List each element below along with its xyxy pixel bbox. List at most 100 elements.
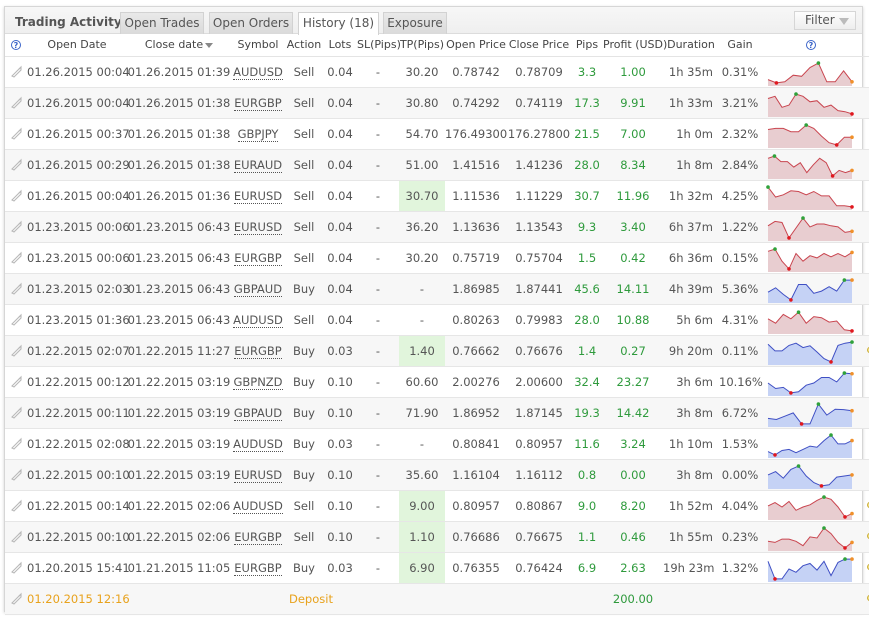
tag-cell[interactable] bbox=[5, 304, 27, 336]
tag-icon[interactable] bbox=[9, 65, 23, 79]
tag-cell[interactable] bbox=[5, 149, 27, 181]
symbol-link[interactable]: EURGBP bbox=[234, 529, 282, 545]
tag-cell[interactable] bbox=[5, 273, 27, 305]
col-profit[interactable]: Profit (USD) bbox=[603, 34, 667, 57]
table-row[interactable]: 01.26.2015 00:04 01.26.2015 01:38 EURGBP… bbox=[5, 87, 869, 119]
table-row[interactable]: 01.23.2015 00:06 01.23.2015 06:43 EURUSD… bbox=[5, 211, 869, 243]
col-gain[interactable]: Gain bbox=[719, 34, 761, 57]
tag-cell[interactable] bbox=[5, 180, 27, 212]
symbol-link[interactable]: EURUSD bbox=[233, 467, 283, 483]
comment-cell bbox=[861, 366, 869, 398]
tag-icon[interactable] bbox=[9, 158, 23, 172]
close-date: 01.26.2015 01:38 bbox=[127, 87, 231, 119]
symbol-link[interactable]: AUDUSD bbox=[233, 312, 283, 328]
tag-cell[interactable] bbox=[5, 490, 27, 522]
tab-open-orders[interactable]: Open Orders bbox=[209, 12, 293, 34]
col-action[interactable]: Action bbox=[285, 34, 323, 57]
symbol-link[interactable]: GBPAUD bbox=[233, 281, 283, 297]
table-row[interactable]: 01.26.2015 00:04 01.26.2015 01:36 EURUSD… bbox=[5, 180, 869, 212]
tag-icon[interactable] bbox=[9, 251, 23, 265]
col-close-price[interactable]: Close Price bbox=[507, 34, 571, 57]
table-row[interactable]: 01.22.2015 00:14 01.22.2015 02:06 AUDUSD… bbox=[5, 490, 869, 522]
table-row[interactable]: 01.23.2015 00:06 01.23.2015 06:43 EURGBP… bbox=[5, 242, 869, 274]
tag-icon[interactable] bbox=[9, 220, 23, 234]
symbol-link[interactable]: EURGBP bbox=[234, 560, 282, 576]
tag-icon[interactable] bbox=[9, 96, 23, 110]
table-row[interactable]: 01.22.2015 00:10 01.22.2015 02:06 EURGBP… bbox=[5, 521, 869, 553]
symbol-link[interactable]: GBPAUD bbox=[233, 405, 283, 421]
table-row[interactable]: 01.22.2015 02:08 01.22.2015 03:19 AUDUSD… bbox=[5, 428, 869, 460]
tab-history[interactable]: History (18) bbox=[298, 12, 379, 35]
col-help[interactable]: ? bbox=[5, 34, 27, 57]
symbol-link[interactable]: GBPNZD bbox=[233, 374, 283, 390]
tag-icon[interactable] bbox=[9, 499, 23, 513]
tag-cell[interactable] bbox=[5, 56, 27, 88]
table-row[interactable]: 01.26.2015 00:04 01.26.2015 01:39 AUDUSD… bbox=[5, 56, 869, 88]
chart-help-icon[interactable]: ? bbox=[806, 40, 816, 51]
symbol-link[interactable]: EURGBP bbox=[234, 95, 282, 111]
tag-icon[interactable] bbox=[9, 189, 23, 203]
tag-icon[interactable] bbox=[9, 406, 23, 420]
table-row[interactable]: 01.26.2015 00:29 01.26.2015 01:38 EURAUD… bbox=[5, 149, 869, 181]
col-sl[interactable]: SL(Pips) bbox=[357, 34, 401, 57]
tag-icon[interactable] bbox=[9, 127, 23, 141]
tag-icon[interactable] bbox=[9, 437, 23, 451]
tag-cell[interactable] bbox=[5, 552, 27, 584]
table-row[interactable]: 01.22.2015 00:10 01.22.2015 03:19 EURUSD… bbox=[5, 459, 869, 491]
tag-icon[interactable] bbox=[9, 468, 23, 482]
tag-cell[interactable] bbox=[5, 459, 27, 491]
table-row[interactable]: 01.26.2015 00:37 01.26.2015 01:38 GBPJPY… bbox=[5, 118, 869, 150]
tag-icon[interactable] bbox=[9, 561, 23, 575]
sparkline-cell bbox=[761, 335, 861, 367]
tag-cell[interactable] bbox=[5, 335, 27, 367]
tag-cell[interactable] bbox=[5, 211, 27, 243]
tab-exposure[interactable]: Exposure bbox=[383, 12, 447, 34]
open-date: 01.20.2015 15:41 bbox=[27, 552, 130, 584]
tag-icon[interactable] bbox=[9, 375, 23, 389]
symbol-link[interactable]: GBPJPY bbox=[237, 126, 279, 142]
tag-icon[interactable] bbox=[9, 592, 23, 606]
table-row[interactable]: 01.23.2015 01:36 01.23.2015 06:43 AUDUSD… bbox=[5, 304, 869, 336]
tag-cell[interactable] bbox=[5, 366, 27, 398]
tag-cell[interactable] bbox=[5, 87, 27, 119]
table-row[interactable]: 01.22.2015 02:07 01.22.2015 11:27 EURGBP… bbox=[5, 335, 869, 367]
symbol-cell: EURAUD bbox=[231, 149, 285, 181]
tag-cell[interactable] bbox=[5, 242, 27, 274]
tag-cell[interactable] bbox=[5, 118, 27, 150]
col-pips[interactable]: Pips bbox=[571, 34, 603, 57]
tag-cell[interactable] bbox=[5, 397, 27, 429]
col-lots[interactable]: Lots bbox=[323, 34, 357, 57]
deposit-row[interactable]: 01.20.2015 12:16 Deposit 200.00 bbox=[5, 583, 869, 615]
symbol-link[interactable]: EURUSD bbox=[233, 188, 283, 204]
empty-cell bbox=[663, 583, 719, 615]
action: Buy bbox=[285, 397, 323, 429]
tag-icon[interactable] bbox=[9, 282, 23, 296]
table-row[interactable]: 01.22.2015 00:12 01.22.2015 03:19 GBPNZD… bbox=[5, 366, 869, 398]
symbol-link[interactable]: AUDUSD bbox=[233, 498, 283, 514]
symbol-link[interactable]: EURGBP bbox=[234, 343, 282, 359]
tag-cell[interactable] bbox=[5, 521, 27, 553]
symbol-link[interactable]: EURUSD bbox=[233, 219, 283, 235]
symbol-link[interactable]: AUDUSD bbox=[233, 64, 283, 80]
symbol-link[interactable]: EURGBP bbox=[234, 250, 282, 266]
tag-cell[interactable] bbox=[5, 428, 27, 460]
help-icon[interactable]: ? bbox=[11, 40, 21, 51]
col-close-date[interactable]: Close date bbox=[127, 34, 231, 57]
tag-icon[interactable] bbox=[9, 313, 23, 327]
sparkline-min-point bbox=[850, 328, 854, 333]
tag-icon[interactable] bbox=[9, 344, 23, 358]
symbol-link[interactable]: EURAUD bbox=[233, 157, 283, 173]
tag-icon[interactable] bbox=[9, 530, 23, 544]
symbol-link[interactable]: AUDUSD bbox=[233, 436, 283, 452]
tab-open-trades[interactable]: Open Trades bbox=[120, 12, 204, 34]
filter-dropdown[interactable]: Filter bbox=[794, 11, 856, 30]
col-open-date[interactable]: Open Date bbox=[27, 34, 127, 57]
table-row[interactable]: 01.23.2015 02:03 01.23.2015 06:43 GBPAUD… bbox=[5, 273, 869, 305]
table-row[interactable]: 01.22.2015 00:11 01.22.2015 03:19 GBPAUD… bbox=[5, 397, 869, 429]
col-open-price[interactable]: Open Price bbox=[445, 34, 507, 57]
col-tp[interactable]: TP(Pips) bbox=[399, 34, 445, 57]
col-duration[interactable]: Duration bbox=[663, 34, 719, 57]
table-row[interactable]: 01.20.2015 15:41 01.21.2015 11:05 EURGBP… bbox=[5, 552, 869, 584]
profit: 14.42 bbox=[603, 397, 663, 429]
col-symbol[interactable]: Symbol bbox=[231, 34, 285, 57]
